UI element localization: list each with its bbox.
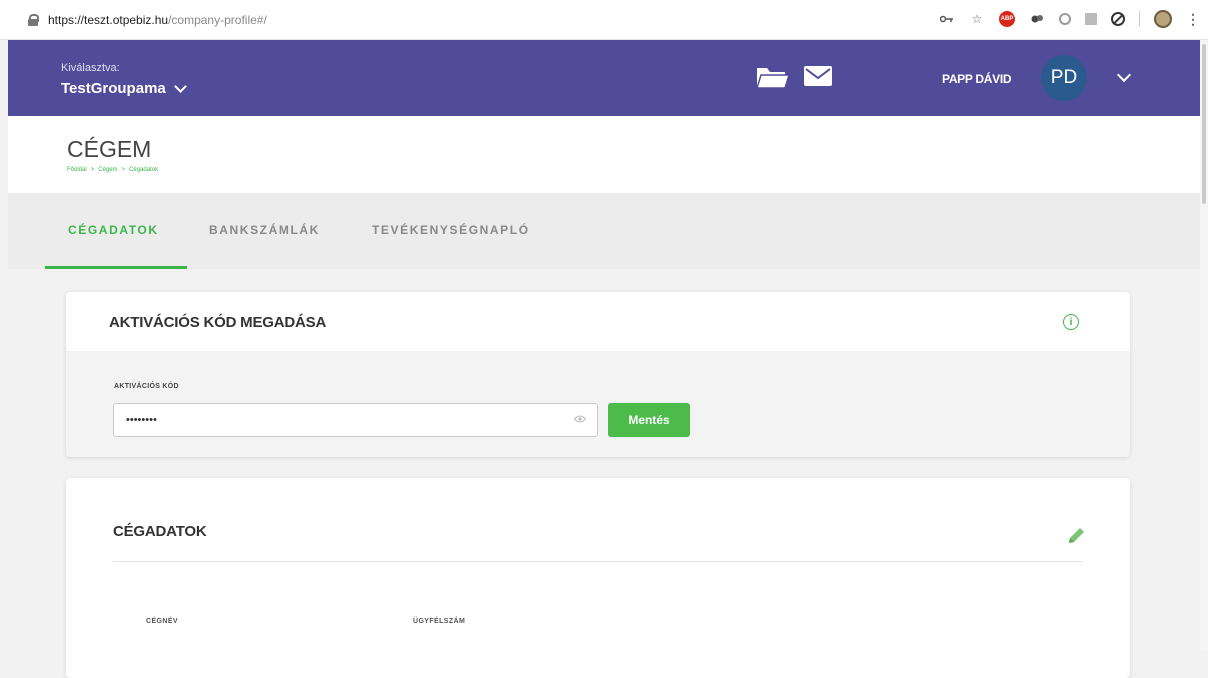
- page-header: CÉGEM Főoldal > Cégem > Cégadatok: [8, 116, 1200, 193]
- extension-icon[interactable]: [1029, 11, 1045, 27]
- breadcrumb: Főoldal > Cégem > Cégadatok: [67, 167, 158, 173]
- page-title: CÉGEM: [67, 136, 152, 162]
- company-data-title: CÉGADATOK: [113, 523, 207, 540]
- company-selector[interactable]: TestGroupama: [61, 79, 187, 97]
- browser-extension-icons: ☆ ABP ⋮: [939, 10, 1200, 28]
- star-icon[interactable]: ☆: [969, 11, 985, 27]
- activation-code-input[interactable]: [113, 403, 598, 437]
- avatar[interactable]: PD: [1041, 55, 1087, 101]
- company-data-card: CÉGADATOK CÉGNÉV ÜGYFÉLSZÁM: [66, 478, 1130, 678]
- breadcrumb-company[interactable]: Cégem: [98, 167, 117, 173]
- breadcrumb-home[interactable]: Főoldal: [67, 167, 87, 173]
- app-header: Kiválasztva: TestGroupama PAPP DÁVID PD: [8, 40, 1200, 116]
- browser-profile-avatar[interactable]: [1154, 10, 1172, 28]
- activation-card-body: AKTIVÁCIÓS KÓD Mentés: [66, 351, 1130, 457]
- extension-square-icon[interactable]: [1085, 13, 1097, 25]
- company-name-label: CÉGNÉV: [146, 618, 178, 625]
- browser-menu-icon[interactable]: ⋮: [1186, 11, 1200, 28]
- block-icon[interactable]: [1111, 12, 1125, 26]
- divider: [113, 561, 1083, 562]
- user-menu-chevron-icon[interactable]: [1116, 67, 1132, 83]
- tab-activity-log[interactable]: TEVÉKENYSÉGNAPLÓ: [372, 223, 530, 237]
- adblock-icon[interactable]: ABP: [999, 11, 1015, 27]
- address-bar[interactable]: https://teszt.otpebiz.hu/company-profile…: [28, 8, 267, 32]
- activation-code-card: AKTIVÁCIÓS KÓD MEGADÁSA i AKTIVÁCIÓS KÓD…: [66, 292, 1130, 457]
- toolbar-divider: [1139, 11, 1140, 27]
- url-host: https://teszt.otpebiz.hu: [48, 13, 169, 27]
- scrollbar-thumb[interactable]: [1202, 44, 1206, 204]
- save-button[interactable]: Mentés: [608, 403, 690, 437]
- tab-bar: CÉGADATOK BANKSZÁMLÁK TEVÉKENYSÉGNAPLÓ: [8, 193, 1200, 269]
- tab-bank-accounts[interactable]: BANKSZÁMLÁK: [209, 223, 320, 237]
- folder-icon[interactable]: [756, 64, 790, 90]
- key-icon[interactable]: [939, 11, 955, 27]
- activation-card-header: AKTIVÁCIÓS KÓD MEGADÁSA i: [66, 292, 1130, 351]
- selected-company-name: TestGroupama: [61, 80, 166, 97]
- lock-icon: [28, 14, 39, 26]
- url-path: /company-profile#/: [168, 13, 267, 27]
- activation-code-label: AKTIVÁCIÓS KÓD: [114, 383, 179, 390]
- chevron-down-icon: [173, 79, 187, 93]
- breadcrumb-separator: >: [90, 167, 95, 173]
- user-name[interactable]: PAPP DÁVID: [942, 72, 1012, 86]
- breadcrumb-current: Cégadatok: [129, 167, 159, 173]
- selected-company-label: Kiválasztva:: [61, 62, 120, 74]
- info-icon[interactable]: i: [1063, 314, 1079, 330]
- active-tab-indicator: [45, 266, 187, 269]
- mail-icon[interactable]: [804, 66, 832, 86]
- breadcrumb-separator: >: [121, 167, 126, 173]
- tab-company-data[interactable]: CÉGADATOK: [68, 223, 159, 237]
- pencil-icon[interactable]: [1066, 526, 1086, 546]
- browser-toolbar: https://teszt.otpebiz.hu/company-profile…: [0, 0, 1208, 40]
- activation-card-title: AKTIVÁCIÓS KÓD MEGADÁSA: [109, 314, 327, 331]
- client-number-label: ÜGYFÉLSZÁM: [413, 618, 466, 625]
- eye-icon[interactable]: [574, 415, 586, 423]
- extension-circle-icon[interactable]: [1059, 13, 1071, 25]
